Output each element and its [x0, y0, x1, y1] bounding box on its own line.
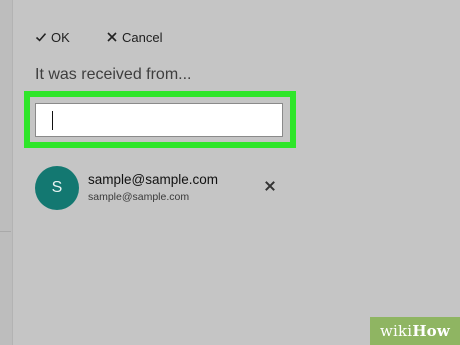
- contact-email: sample@sample.com: [88, 191, 190, 203]
- contact-name: sample@sample.com: [88, 172, 218, 187]
- watermark-suffix: How: [412, 322, 451, 340]
- text-caret: [52, 111, 53, 130]
- avatar: S: [35, 166, 79, 210]
- remove-contact-button[interactable]: [264, 179, 276, 191]
- ok-label: OK: [51, 29, 70, 45]
- left-strip-divider: [0, 231, 11, 232]
- contact-suggestion[interactable]: S sample@sample.com sample@sample.com: [13, 160, 460, 216]
- left-strip: [0, 0, 13, 345]
- received-from-input[interactable]: [35, 103, 283, 137]
- ok-button[interactable]: OK: [35, 27, 70, 47]
- cancel-label: Cancel: [122, 29, 163, 45]
- check-icon: [35, 31, 47, 43]
- reply-panel: OK Cancel It was received from... S samp…: [13, 0, 460, 345]
- avatar-initial: S: [51, 179, 63, 196]
- close-icon: [264, 179, 276, 196]
- wikihow-watermark: wiki How: [370, 317, 460, 345]
- toolbar: OK Cancel: [13, 0, 460, 60]
- close-icon: [106, 31, 118, 43]
- watermark-prefix: wiki: [379, 322, 413, 340]
- cancel-button[interactable]: Cancel: [106, 27, 162, 47]
- received-from-heading: It was received from...: [35, 66, 192, 83]
